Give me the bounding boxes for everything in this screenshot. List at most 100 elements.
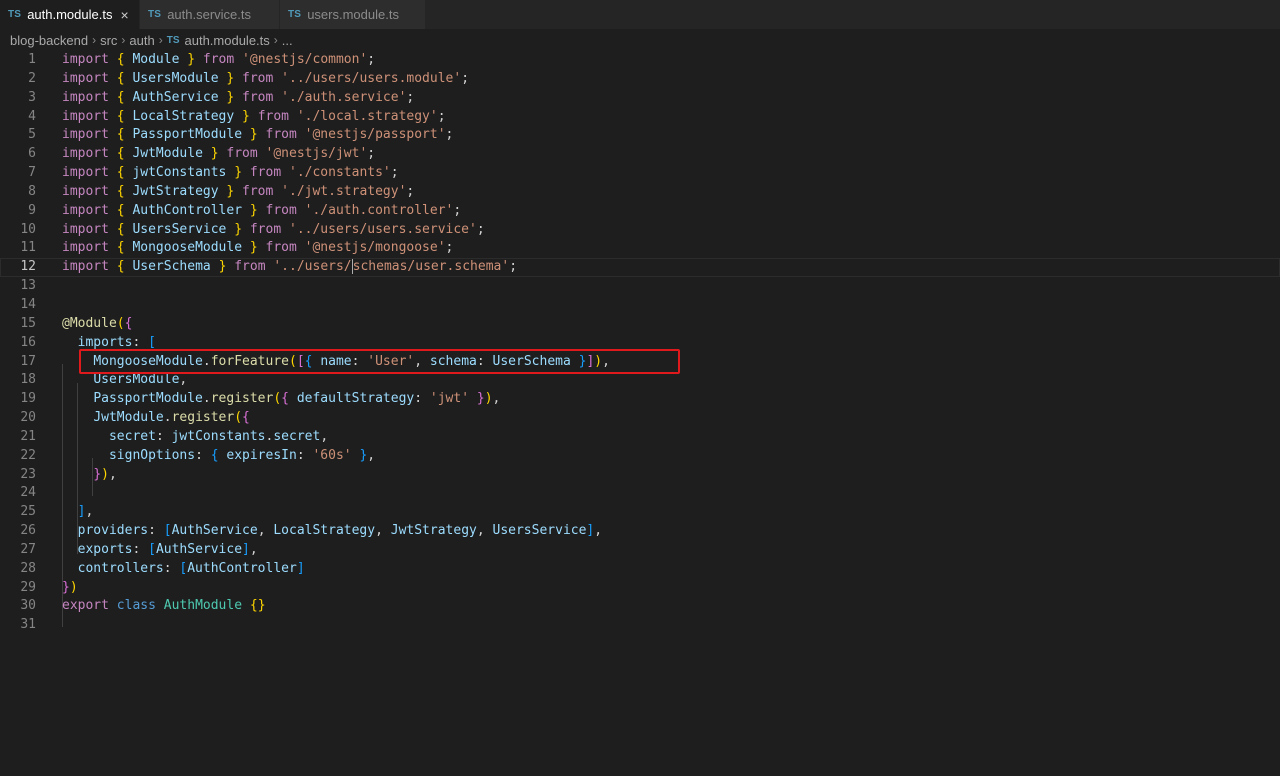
- code-line[interactable]: 28 controllers: [AuthController]: [0, 560, 1280, 579]
- code-line[interactable]: 18 UsersModule,: [0, 371, 1280, 390]
- breadcrumb-ellipsis[interactable]: ...: [282, 33, 293, 48]
- breadcrumb: blog-backend › src › auth › TS auth.module.ts ›.…: [0, 29, 1280, 51]
- code-token: register: [210, 391, 274, 407]
- code-line[interactable]: 29}): [0, 579, 1280, 598]
- breadcrumb-item[interactable]: blog-backend: [10, 33, 88, 48]
- code-line[interactable]: 15 @Module({: [0, 315, 1280, 334]
- line-number: 11: [20, 240, 36, 256]
- code-token: controllers: [77, 560, 164, 576]
- code-token: ): [484, 391, 493, 407]
- code-token: }: [93, 466, 102, 482]
- code-line[interactable]: 14: [0, 296, 1280, 315]
- code-token: (: [234, 410, 243, 426]
- code-line[interactable]: 21 secret: jwtConstants.secret,: [0, 428, 1280, 447]
- code-line[interactable]: 12 import { UserSchema } from '../users/s…: [0, 258, 1280, 278]
- code-token: imports: [77, 334, 133, 350]
- code-token: LocalStrategy: [132, 108, 235, 124]
- tab-users-module-ts[interactable]: TS users.module.ts: [280, 0, 426, 29]
- code-token: from: [265, 240, 297, 256]
- code-line[interactable]: 22 signOptions: { expiresIn: '60s' },: [0, 447, 1280, 466]
- code-line[interactable]: 13: [0, 277, 1280, 296]
- code-token: ;: [406, 183, 415, 199]
- code-line[interactable]: 27 exports: [AuthService],: [0, 541, 1280, 560]
- chevron-right-icon: ›: [273, 33, 278, 47]
- code-line[interactable]: 5 import { PassportModule } from '@nestjs…: [0, 126, 1280, 145]
- code-line[interactable]: 20 JwtModule.register({: [0, 409, 1280, 428]
- code-token: :: [414, 391, 430, 407]
- code-token: from: [226, 146, 258, 162]
- line-number: 7: [28, 165, 36, 181]
- code-text: @Module({: [62, 315, 132, 334]
- code-line[interactable]: 9 import { AuthController } from './auth.…: [0, 202, 1280, 221]
- chevron-right-icon: ›: [158, 33, 163, 47]
- code-token: AuthService: [132, 89, 219, 105]
- breadcrumb-item[interactable]: src: [100, 33, 117, 48]
- code-token: register: [171, 410, 235, 426]
- code-line[interactable]: 8 import { JwtStrategy } from './jwt.stra…: [0, 183, 1280, 202]
- code-token: {: [116, 146, 125, 162]
- code-token: UserSchema: [132, 259, 211, 275]
- line-number: 18: [20, 372, 36, 388]
- code-token: AuthController: [187, 560, 297, 576]
- tab-label: auth.module.ts: [27, 7, 113, 22]
- code-line[interactable]: 19 PassportModule.register({ defaultStra…: [0, 390, 1280, 409]
- line-number: 23: [20, 466, 36, 482]
- code-line[interactable]: 25 ],: [0, 503, 1280, 522]
- code-token: import: [62, 89, 109, 105]
- code-token: {: [116, 52, 125, 67]
- close-icon[interactable]: ×: [120, 7, 128, 23]
- code-text: import { JwtStrategy } from './jwt.strat…: [62, 183, 414, 202]
- code-token: secret: [273, 428, 321, 444]
- code-line[interactable]: 24: [0, 484, 1280, 503]
- line-number: 29: [20, 579, 36, 595]
- code-line[interactable]: 26 providers: [AuthService, LocalStrateg…: [0, 522, 1280, 541]
- code-line[interactable]: 2 import { UsersModule } from '../users/u…: [0, 70, 1280, 89]
- code-token: expiresIn: [226, 447, 297, 463]
- tab-auth-service-ts[interactable]: TS auth.service.ts: [140, 0, 280, 29]
- code-line[interactable]: 1 import { Module } from '@nestjs/common'…: [0, 51, 1280, 70]
- code-line[interactable]: 11 import { MongooseModule } from '@nestj…: [0, 239, 1280, 258]
- code-token: ,: [85, 504, 94, 520]
- code-token: ;: [406, 89, 415, 105]
- tab-auth-module-ts[interactable]: TS auth.module.ts ×: [0, 0, 140, 29]
- code-token: ,: [594, 523, 603, 539]
- code-line[interactable]: 10 import { UsersService } from '../users…: [0, 221, 1280, 240]
- code-line[interactable]: 6 import { JwtModule } from '@nestjs/jwt'…: [0, 145, 1280, 164]
- code-token: [: [148, 334, 156, 350]
- code-token: }: [234, 221, 243, 237]
- code-text: controllers: [AuthController]: [62, 560, 305, 579]
- code-token: :: [132, 541, 149, 557]
- code-line[interactable]: 23 }),: [0, 466, 1280, 485]
- typescript-file-icon: TS: [8, 9, 22, 20]
- code-token: JwtModule: [93, 410, 164, 426]
- code-line[interactable]: 3 import { AuthService } from './auth.ser…: [0, 89, 1280, 108]
- code-token: {: [281, 391, 289, 407]
- code-token: ]: [296, 560, 305, 576]
- breadcrumb-file[interactable]: auth.module.ts: [185, 33, 270, 48]
- code-line[interactable]: 4 import { LocalStrategy } from './local.…: [0, 108, 1280, 127]
- code-editor[interactable]: 1 import { Module } from '@nestjs/common'…: [0, 51, 1280, 776]
- code-text: import { jwtConstants } from './constant…: [62, 164, 399, 183]
- code-line[interactable]: 7 import { jwtConstants } from './constan…: [0, 164, 1280, 183]
- code-text: import { UsersService } from '../users/u…: [62, 221, 485, 240]
- code-line[interactable]: 30 export class AuthModule {}: [0, 597, 1280, 616]
- code-token: :: [155, 428, 172, 444]
- breadcrumb-item[interactable]: auth: [129, 33, 154, 48]
- line-number: 6: [28, 146, 36, 162]
- code-token: from: [265, 202, 297, 218]
- code-token: }: [62, 579, 70, 595]
- code-line[interactable]: 31: [0, 616, 1280, 635]
